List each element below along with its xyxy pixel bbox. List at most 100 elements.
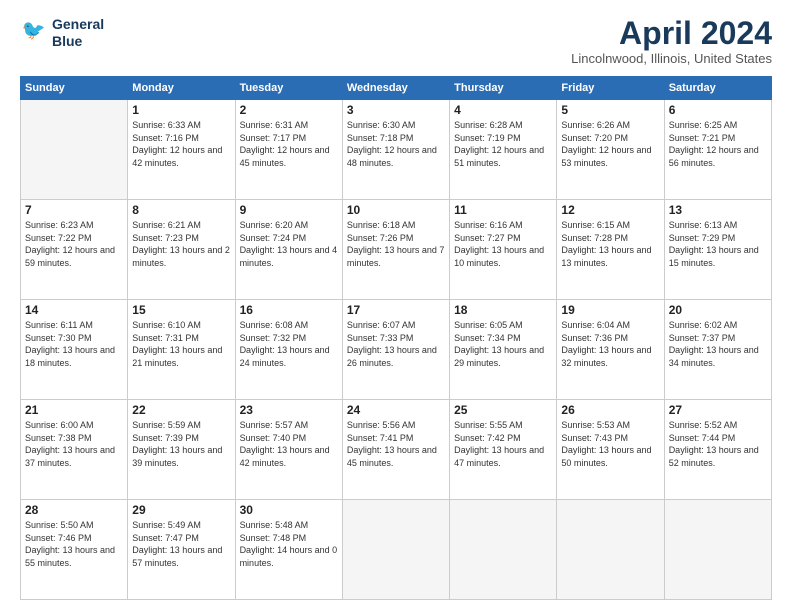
calendar-day-cell: 22 Sunrise: 5:59 AMSunset: 7:39 PMDayligh… bbox=[128, 400, 235, 500]
day-number: 29 bbox=[132, 503, 230, 517]
day-info: Sunrise: 6:10 AMSunset: 7:31 PMDaylight:… bbox=[132, 319, 230, 369]
day-number: 11 bbox=[454, 203, 552, 217]
weekday-header-cell: Thursday bbox=[450, 77, 557, 100]
day-info: Sunrise: 6:28 AMSunset: 7:19 PMDaylight:… bbox=[454, 119, 552, 169]
day-number: 4 bbox=[454, 103, 552, 117]
day-info: Sunrise: 6:26 AMSunset: 7:20 PMDaylight:… bbox=[561, 119, 659, 169]
day-number: 7 bbox=[25, 203, 123, 217]
weekday-header-row: SundayMondayTuesdayWednesdayThursdayFrid… bbox=[21, 77, 772, 100]
calendar-day-cell: 6Sunrise: 6:25 AMSunset: 7:21 PMDaylight… bbox=[664, 100, 771, 200]
day-info: Sunrise: 6:16 AMSunset: 7:27 PMDaylight:… bbox=[454, 219, 552, 269]
day-number: 26 bbox=[561, 403, 659, 417]
day-number: 21 bbox=[25, 403, 123, 417]
day-number: 3 bbox=[347, 103, 445, 117]
day-info: Sunrise: 5:53 AMSunset: 7:43 PMDaylight:… bbox=[561, 419, 659, 469]
calendar-day-cell: 16Sunrise: 6:08 AMSunset: 7:32 PMDayligh… bbox=[235, 300, 342, 400]
calendar-day-cell: 19 Sunrise: 6:04 AMSunset: 7:36 PMDayligh… bbox=[557, 300, 664, 400]
day-info: Sunrise: 6:13 AMSunset: 7:29 PMDaylight:… bbox=[669, 219, 767, 269]
day-info: Sunrise: 6:07 AMSunset: 7:33 PMDaylight:… bbox=[347, 319, 445, 369]
calendar-day-cell: 12 Sunrise: 6:15 AMSunset: 7:28 PMDayligh… bbox=[557, 200, 664, 300]
calendar-day-cell: 27Sunrise: 5:52 AMSunset: 7:44 PMDayligh… bbox=[664, 400, 771, 500]
day-number: 14 bbox=[25, 303, 123, 317]
day-info: Sunrise: 6:02 AMSunset: 7:37 PMDaylight:… bbox=[669, 319, 767, 369]
weekday-header-cell: Tuesday bbox=[235, 77, 342, 100]
header: 🐦 General Blue April 2024 Lincolnwood, I… bbox=[20, 16, 772, 66]
day-number: 17 bbox=[347, 303, 445, 317]
day-number: 20 bbox=[669, 303, 767, 317]
page: 🐦 General Blue April 2024 Lincolnwood, I… bbox=[0, 0, 792, 612]
calendar-body: 1 Sunrise: 6:33 AMSunset: 7:16 PMDaylight… bbox=[21, 100, 772, 600]
logo: 🐦 General Blue bbox=[20, 16, 104, 50]
calendar-day-cell: 14 Sunrise: 6:11 AMSunset: 7:30 PMDayligh… bbox=[21, 300, 128, 400]
calendar-day-cell: 11 Sunrise: 6:16 AMSunset: 7:27 PMDayligh… bbox=[450, 200, 557, 300]
location: Lincolnwood, Illinois, United States bbox=[571, 51, 772, 66]
calendar-day-cell bbox=[342, 500, 449, 600]
day-info: Sunrise: 6:04 AMSunset: 7:36 PMDaylight:… bbox=[561, 319, 659, 369]
calendar-week-row: 7 Sunrise: 6:23 AMSunset: 7:22 PMDaylight… bbox=[21, 200, 772, 300]
calendar-day-cell: 1 Sunrise: 6:33 AMSunset: 7:16 PMDaylight… bbox=[128, 100, 235, 200]
calendar-day-cell: 20 Sunrise: 6:02 AMSunset: 7:37 PMDayligh… bbox=[664, 300, 771, 400]
day-number: 15 bbox=[132, 303, 230, 317]
day-number: 8 bbox=[132, 203, 230, 217]
day-number: 23 bbox=[240, 403, 338, 417]
calendar-day-cell: 5 Sunrise: 6:26 AMSunset: 7:20 PMDaylight… bbox=[557, 100, 664, 200]
day-info: Sunrise: 5:57 AMSunset: 7:40 PMDaylight:… bbox=[240, 419, 338, 469]
calendar-day-cell: 7 Sunrise: 6:23 AMSunset: 7:22 PMDaylight… bbox=[21, 200, 128, 300]
month-title: April 2024 bbox=[571, 16, 772, 51]
calendar-day-cell: 13 Sunrise: 6:13 AMSunset: 7:29 PMDayligh… bbox=[664, 200, 771, 300]
day-number: 12 bbox=[561, 203, 659, 217]
calendar-day-cell: 21 Sunrise: 6:00 AMSunset: 7:38 PMDayligh… bbox=[21, 400, 128, 500]
calendar-week-row: 21 Sunrise: 6:00 AMSunset: 7:38 PMDayligh… bbox=[21, 400, 772, 500]
day-number: 22 bbox=[132, 403, 230, 417]
day-info: Sunrise: 6:11 AMSunset: 7:30 PMDaylight:… bbox=[25, 319, 123, 369]
day-info: Sunrise: 6:20 AMSunset: 7:24 PMDaylight:… bbox=[240, 219, 338, 269]
logo-icon: 🐦 bbox=[20, 19, 48, 47]
day-info: Sunrise: 6:00 AMSunset: 7:38 PMDaylight:… bbox=[25, 419, 123, 469]
calendar-week-row: 14 Sunrise: 6:11 AMSunset: 7:30 PMDayligh… bbox=[21, 300, 772, 400]
calendar-day-cell: 24Sunrise: 5:56 AMSunset: 7:41 PMDayligh… bbox=[342, 400, 449, 500]
calendar-day-cell: 26 Sunrise: 5:53 AMSunset: 7:43 PMDayligh… bbox=[557, 400, 664, 500]
calendar-day-cell: 10Sunrise: 6:18 AMSunset: 7:26 PMDayligh… bbox=[342, 200, 449, 300]
calendar-day-cell: 4 Sunrise: 6:28 AMSunset: 7:19 PMDaylight… bbox=[450, 100, 557, 200]
weekday-header-cell: Saturday bbox=[664, 77, 771, 100]
day-info: Sunrise: 6:33 AMSunset: 7:16 PMDaylight:… bbox=[132, 119, 230, 169]
day-number: 1 bbox=[132, 103, 230, 117]
calendar-day-cell: 8Sunrise: 6:21 AMSunset: 7:23 PMDaylight… bbox=[128, 200, 235, 300]
calendar-day-cell: 9 Sunrise: 6:20 AMSunset: 7:24 PMDaylight… bbox=[235, 200, 342, 300]
day-number: 30 bbox=[240, 503, 338, 517]
day-info: Sunrise: 5:55 AMSunset: 7:42 PMDaylight:… bbox=[454, 419, 552, 469]
logo-text: General Blue bbox=[52, 16, 104, 50]
calendar-week-row: 28Sunrise: 5:50 AMSunset: 7:46 PMDayligh… bbox=[21, 500, 772, 600]
day-info: Sunrise: 6:08 AMSunset: 7:32 PMDaylight:… bbox=[240, 319, 338, 369]
day-info: Sunrise: 5:52 AMSunset: 7:44 PMDaylight:… bbox=[669, 419, 767, 469]
day-number: 13 bbox=[669, 203, 767, 217]
day-number: 19 bbox=[561, 303, 659, 317]
calendar-day-cell: 15 Sunrise: 6:10 AMSunset: 7:31 PMDayligh… bbox=[128, 300, 235, 400]
weekday-header-cell: Wednesday bbox=[342, 77, 449, 100]
weekday-header-cell: Monday bbox=[128, 77, 235, 100]
day-info: Sunrise: 6:30 AMSunset: 7:18 PMDaylight:… bbox=[347, 119, 445, 169]
day-info: Sunrise: 6:15 AMSunset: 7:28 PMDaylight:… bbox=[561, 219, 659, 269]
day-info: Sunrise: 6:18 AMSunset: 7:26 PMDaylight:… bbox=[347, 219, 445, 269]
day-number: 2 bbox=[240, 103, 338, 117]
day-info: Sunrise: 6:05 AMSunset: 7:34 PMDaylight:… bbox=[454, 319, 552, 369]
day-number: 5 bbox=[561, 103, 659, 117]
calendar-day-cell bbox=[450, 500, 557, 600]
calendar-week-row: 1 Sunrise: 6:33 AMSunset: 7:16 PMDaylight… bbox=[21, 100, 772, 200]
calendar-day-cell: 3 Sunrise: 6:30 AMSunset: 7:18 PMDaylight… bbox=[342, 100, 449, 200]
day-number: 9 bbox=[240, 203, 338, 217]
weekday-header-cell: Sunday bbox=[21, 77, 128, 100]
calendar-day-cell: 23 Sunrise: 5:57 AMSunset: 7:40 PMDayligh… bbox=[235, 400, 342, 500]
svg-text:🐦: 🐦 bbox=[22, 20, 46, 41]
calendar-day-cell: 17 Sunrise: 6:07 AMSunset: 7:33 PMDayligh… bbox=[342, 300, 449, 400]
calendar-day-cell: 28Sunrise: 5:50 AMSunset: 7:46 PMDayligh… bbox=[21, 500, 128, 600]
calendar-day-cell: 25Sunrise: 5:55 AMSunset: 7:42 PMDayligh… bbox=[450, 400, 557, 500]
day-info: Sunrise: 5:59 AMSunset: 7:39 PMDaylight:… bbox=[132, 419, 230, 469]
day-info: Sunrise: 5:56 AMSunset: 7:41 PMDaylight:… bbox=[347, 419, 445, 469]
day-info: Sunrise: 6:25 AMSunset: 7:21 PMDaylight:… bbox=[669, 119, 767, 169]
calendar-day-cell: 30Sunrise: 5:48 AMSunset: 7:48 PMDayligh… bbox=[235, 500, 342, 600]
day-number: 18 bbox=[454, 303, 552, 317]
day-info: Sunrise: 5:50 AMSunset: 7:46 PMDaylight:… bbox=[25, 519, 123, 569]
calendar-day-cell bbox=[21, 100, 128, 200]
day-info: Sunrise: 6:23 AMSunset: 7:22 PMDaylight:… bbox=[25, 219, 123, 269]
